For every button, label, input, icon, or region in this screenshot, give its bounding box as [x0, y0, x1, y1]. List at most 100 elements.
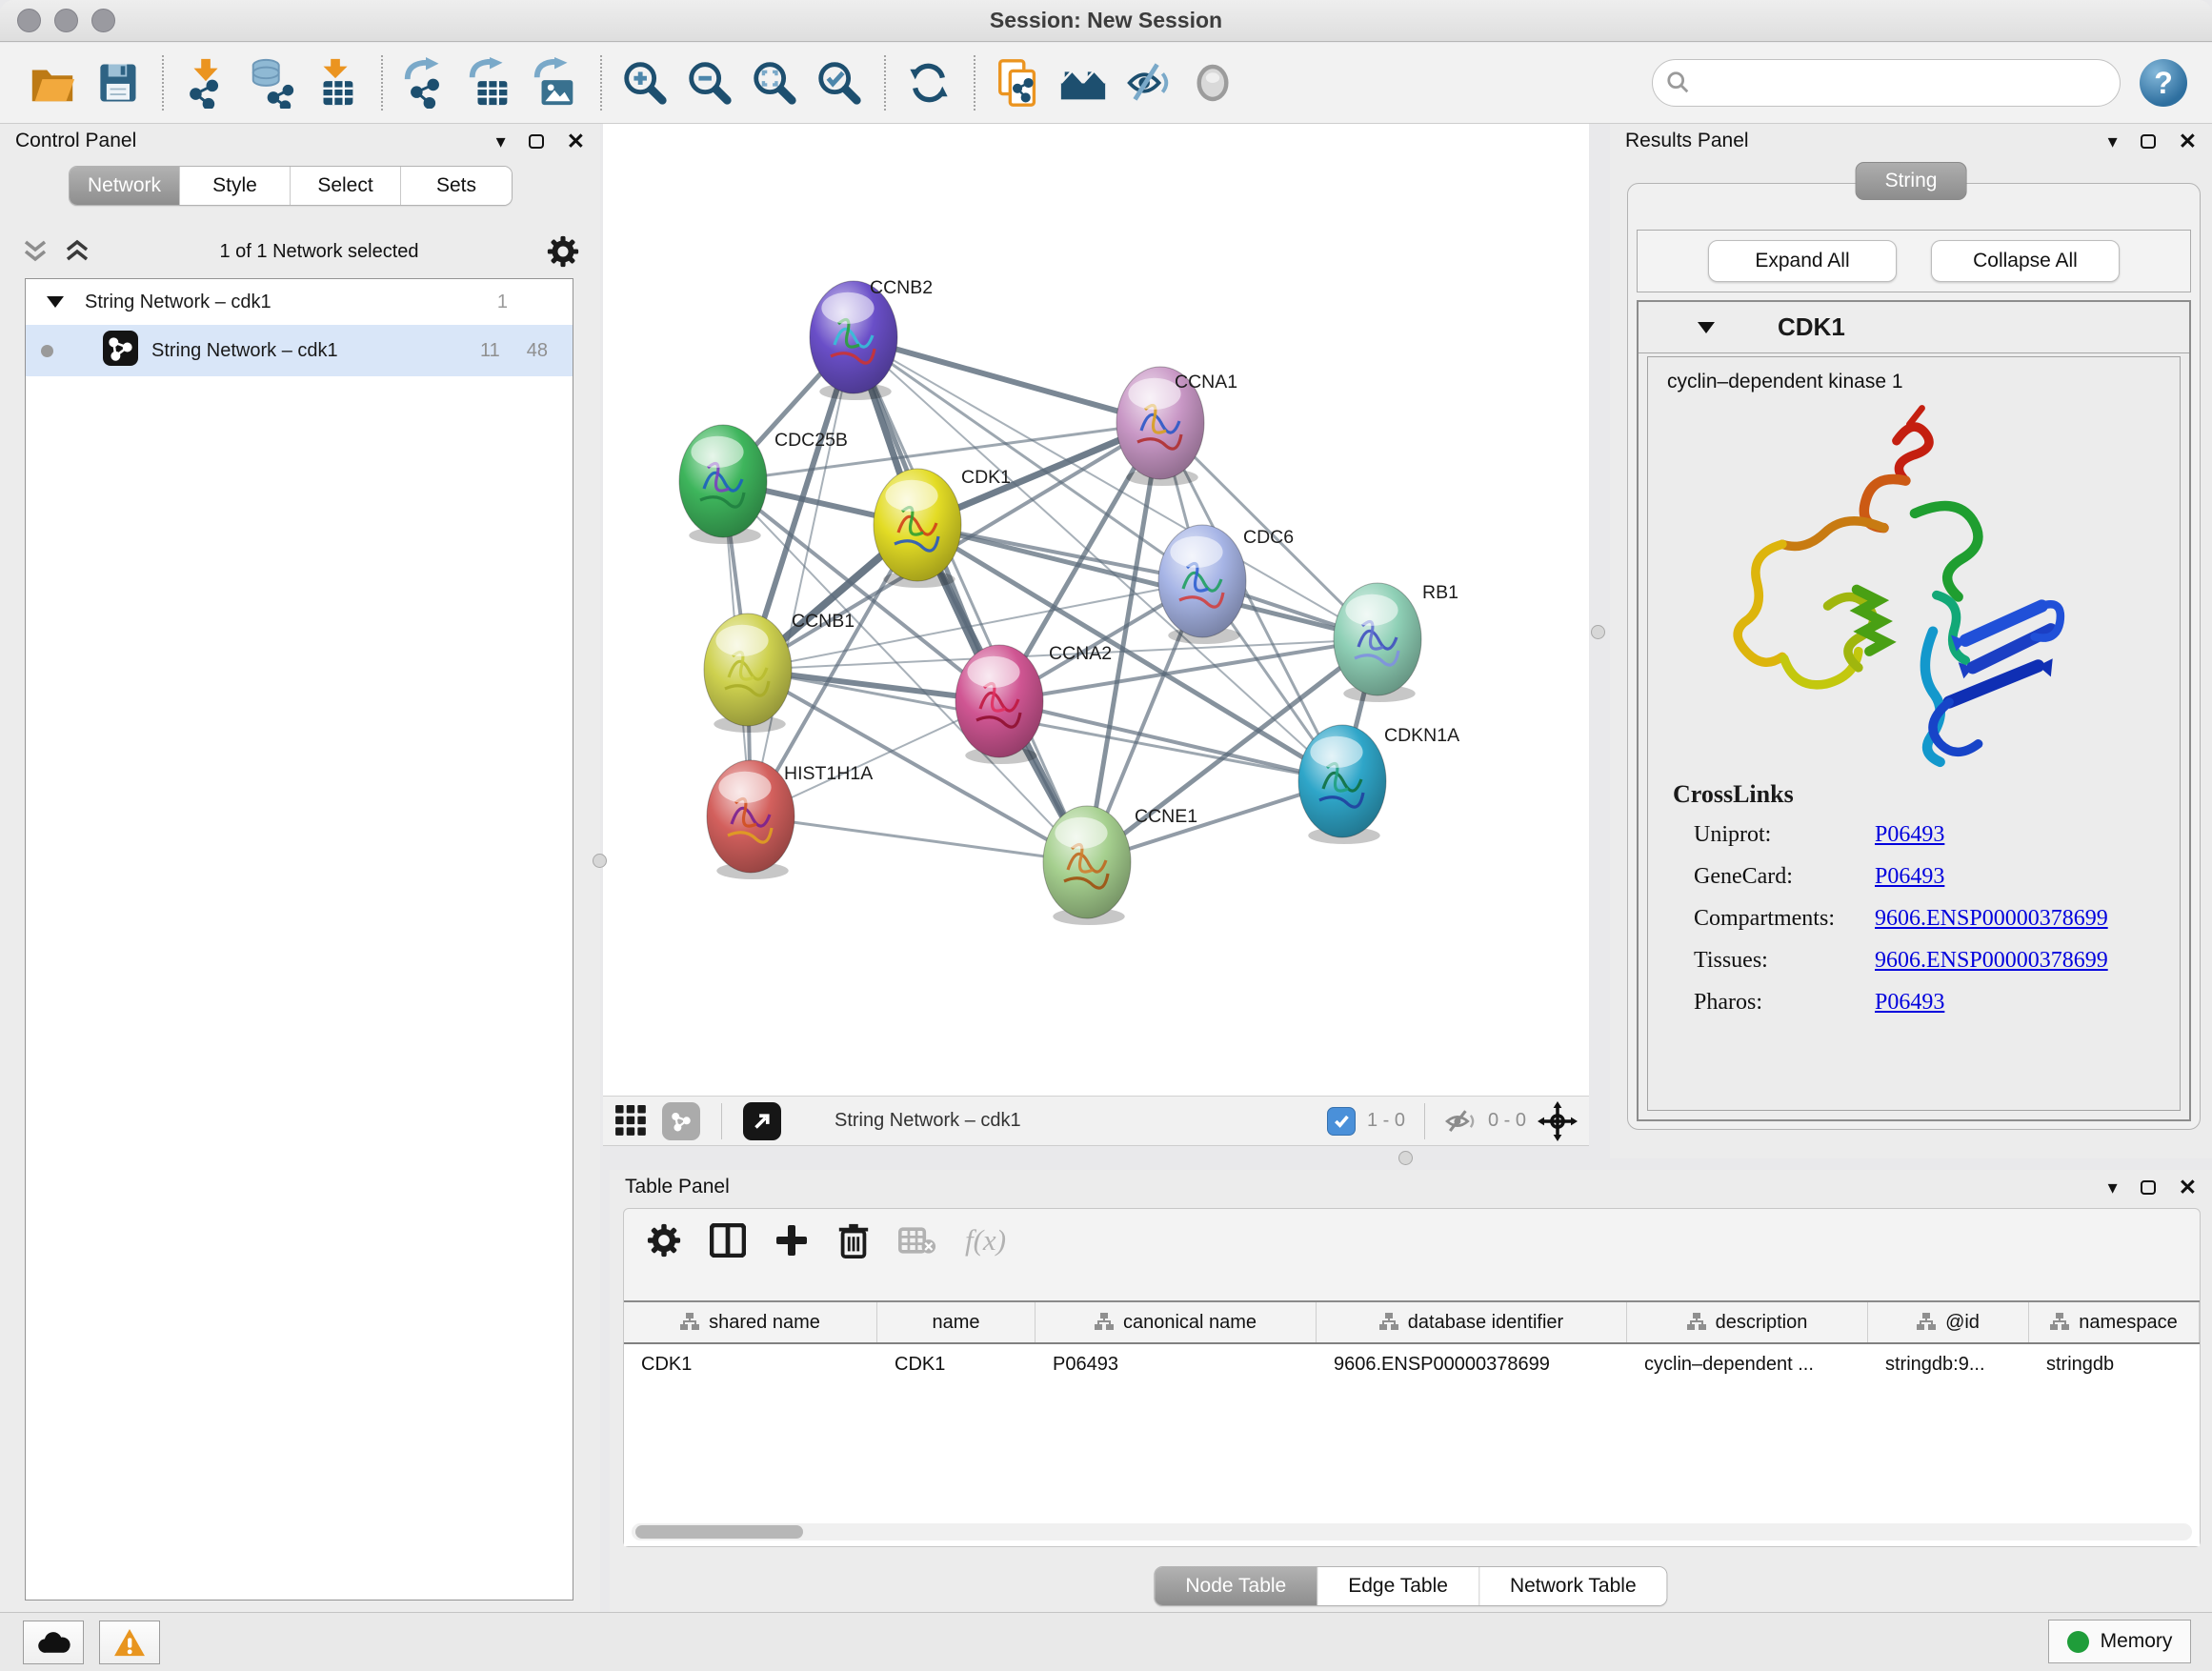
gear-icon[interactable]: [547, 235, 579, 268]
cell-canonical-name[interactable]: P06493: [1036, 1344, 1317, 1384]
cell-shared-name[interactable]: CDK1: [624, 1344, 877, 1384]
cloud-status-button[interactable]: [23, 1621, 84, 1664]
add-column-icon[interactable]: [774, 1223, 809, 1258]
scrollbar-thumb[interactable]: [635, 1525, 803, 1539]
network-node-CCNB2[interactable]: [810, 281, 897, 400]
tab-network-table[interactable]: Network Table: [1479, 1567, 1667, 1605]
crosslink-link[interactable]: P06493: [1875, 990, 1944, 1016]
column-header-database-identifier[interactable]: database identifier: [1317, 1302, 1627, 1342]
refresh-view-icon[interactable]: [901, 55, 956, 111]
show-graphics-details-icon[interactable]: [1185, 55, 1240, 111]
collapse-all-icon[interactable]: [21, 238, 50, 265]
import-network-from-database-icon[interactable]: [244, 55, 299, 111]
panel-close-icon[interactable]: ✕: [2179, 1177, 2197, 1198]
cell-namespace[interactable]: stringdb: [2029, 1344, 2200, 1384]
save-session-icon[interactable]: [90, 55, 145, 111]
table-gear-icon[interactable]: [647, 1223, 681, 1258]
vertical-splitter-handle[interactable]: [1591, 625, 1605, 639]
tab-sets[interactable]: Sets: [401, 167, 512, 205]
protein-expander-icon[interactable]: [1698, 322, 1715, 333]
collection-expander-icon[interactable]: [47, 296, 64, 308]
string-import-icon[interactable]: [1056, 55, 1111, 111]
detach-view-icon[interactable]: [743, 1102, 781, 1140]
toolbar-search[interactable]: [1652, 59, 2121, 107]
zoom-in-icon[interactable]: [617, 55, 673, 111]
panel-close-icon[interactable]: ✕: [2179, 131, 2197, 152]
panel-close-icon[interactable]: ✕: [567, 131, 585, 152]
network-row-selected[interactable]: String Network – cdk1 11 48: [26, 325, 573, 376]
export-table-icon[interactable]: [463, 55, 518, 111]
tab-node-table[interactable]: Node Table: [1155, 1567, 1317, 1605]
tab-select[interactable]: Select: [291, 167, 401, 205]
network-edge-CCNB2-HIST1H1A[interactable]: [751, 337, 854, 816]
cell-database-identifier[interactable]: 9606.ENSP00000378699: [1317, 1344, 1627, 1384]
zoom-out-icon[interactable]: [682, 55, 737, 111]
panel-float-icon[interactable]: [529, 134, 544, 149]
crosslink-link[interactable]: 9606.ENSP00000378699: [1875, 906, 2108, 932]
tab-network[interactable]: Network: [70, 167, 180, 205]
network-node-CCNE1[interactable]: [1043, 806, 1131, 925]
network-node-RB1[interactable]: [1334, 583, 1421, 702]
hide-graphics-details-icon[interactable]: [1120, 55, 1176, 111]
panel-menu-icon[interactable]: ▾: [2108, 1176, 2118, 1199]
network-graph[interactable]: CCNB2CCNA1CDC25BCDK1CDC6RB1CCNB1CCNA2CDK…: [603, 124, 1589, 1096]
table-panel-title: Table Panel: [625, 1176, 730, 1198]
protein-card-header[interactable]: CDK1: [1639, 302, 2189, 353]
column-header-name[interactable]: name: [877, 1302, 1036, 1342]
table-horizontal-scrollbar[interactable]: [632, 1523, 2192, 1540]
birds-eye-view-icon[interactable]: [1538, 1101, 1578, 1141]
crosslink-link[interactable]: 9606.ENSP00000378699: [1875, 948, 2108, 974]
panel-float-icon[interactable]: [2141, 134, 2156, 149]
column-header-namespace[interactable]: namespace: [2029, 1302, 2200, 1342]
network-edge-HIST1H1A-CCNE1[interactable]: [751, 816, 1087, 862]
network-edge-CCNA2-CDKN1A[interactable]: [999, 701, 1342, 781]
zoom-fit-content-icon[interactable]: [747, 55, 802, 111]
cell-description[interactable]: cyclin–dependent ...: [1627, 1344, 1868, 1384]
column-header-id[interactable]: @id: [1868, 1302, 2029, 1342]
node-label-CDC25B: CDC25B: [774, 430, 848, 451]
column-header-shared-name[interactable]: shared name: [624, 1302, 877, 1342]
zoom-selected-icon[interactable]: [812, 55, 867, 111]
expand-all-icon[interactable]: [63, 238, 91, 265]
import-network-from-file-icon[interactable]: [179, 55, 234, 111]
cell-id[interactable]: stringdb:9...: [1868, 1344, 2029, 1384]
table-row[interactable]: CDK1 CDK1 P06493 9606.ENSP00000378699 cy…: [624, 1344, 2200, 1384]
import-table-from-file-icon[interactable]: [309, 55, 364, 111]
show-columns-icon[interactable]: [710, 1223, 746, 1258]
crosslink-link[interactable]: P06493: [1875, 864, 1944, 890]
collapse-all-button[interactable]: Collapse All: [1931, 240, 2120, 282]
column-header-canonical-name[interactable]: canonical name: [1036, 1302, 1317, 1342]
selected-items-checkbox[interactable]: [1327, 1107, 1356, 1136]
panel-menu-icon[interactable]: ▾: [496, 130, 506, 153]
warnings-button[interactable]: [99, 1621, 160, 1664]
tab-edge-table[interactable]: Edge Table: [1317, 1567, 1479, 1605]
network-node-CDC25B[interactable]: [679, 425, 767, 544]
network-view-canvas[interactable]: CCNB2CCNA1CDC25BCDK1CDC6RB1CCNB1CCNA2CDK…: [603, 124, 1589, 1096]
expand-all-button[interactable]: Expand All: [1708, 240, 1897, 282]
panel-menu-icon[interactable]: ▾: [2108, 130, 2118, 153]
help-icon[interactable]: ?: [2140, 59, 2187, 107]
panel-float-icon[interactable]: [2141, 1180, 2156, 1195]
network-node-CDKN1A[interactable]: [1298, 725, 1386, 844]
tab-string[interactable]: String: [1856, 162, 1967, 200]
copy-network-icon[interactable]: [991, 55, 1046, 111]
network-node-CCNB1[interactable]: [704, 614, 792, 733]
export-image-icon[interactable]: [528, 55, 583, 111]
crosslink-link[interactable]: P06493: [1875, 822, 1944, 848]
network-edge-CCNB2-CCNE1[interactable]: [854, 337, 1087, 862]
cell-name[interactable]: CDK1: [877, 1344, 1036, 1384]
horizontal-splitter-handle[interactable]: [1398, 1151, 1413, 1165]
network-collection-row[interactable]: String Network – cdk1 1: [26, 279, 573, 325]
column-header-description[interactable]: description: [1627, 1302, 1868, 1342]
vertical-splitter-handle[interactable]: [593, 854, 607, 868]
network-status-dot: [41, 345, 53, 357]
crosslink-label: GeneCard:: [1694, 864, 1875, 890]
delete-column-icon[interactable]: [837, 1222, 870, 1258]
tab-style[interactable]: Style: [180, 167, 291, 205]
search-input[interactable]: [1700, 70, 2106, 95]
grid-view-icon[interactable]: [614, 1104, 649, 1138]
network-node-HIST1H1A[interactable]: [707, 760, 794, 879]
open-session-icon[interactable]: [25, 55, 80, 111]
memory-button[interactable]: Memory: [2048, 1620, 2191, 1663]
export-network-icon[interactable]: [398, 55, 453, 111]
